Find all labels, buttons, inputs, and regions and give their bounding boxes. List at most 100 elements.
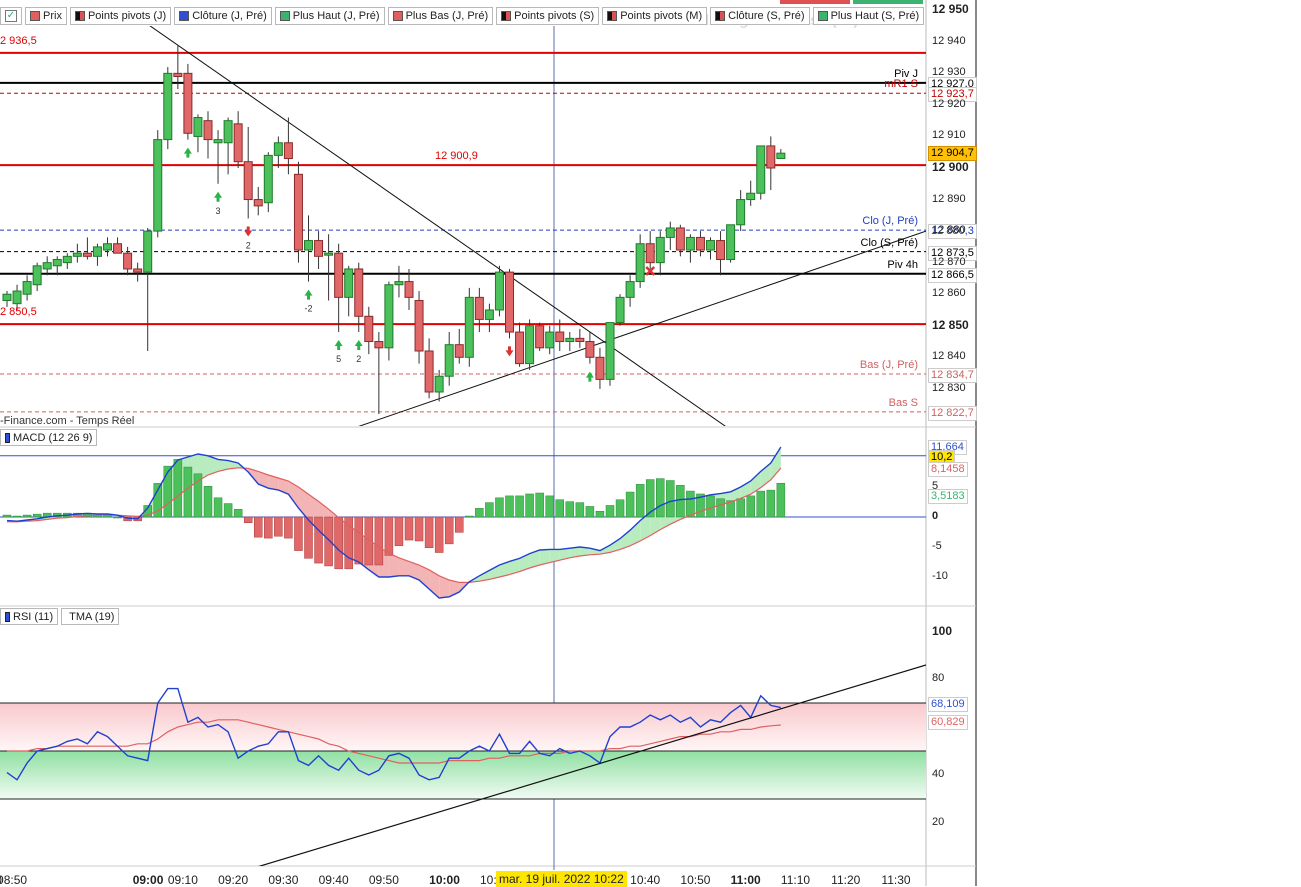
candle[interactable] bbox=[173, 72, 183, 78]
candle[interactable] bbox=[2, 293, 12, 302]
candle[interactable] bbox=[283, 142, 293, 160]
legend-item[interactable]: Clôture (S, Pré) bbox=[710, 7, 810, 25]
candle[interactable] bbox=[153, 139, 163, 232]
candle[interactable] bbox=[545, 331, 555, 349]
candle[interactable] bbox=[494, 271, 504, 311]
candle[interactable] bbox=[92, 246, 102, 257]
macd-histogram-bar[interactable] bbox=[505, 495, 514, 518]
macd-histogram-bar[interactable] bbox=[756, 490, 765, 518]
legend-item[interactable]: Points pivots (S) bbox=[496, 7, 600, 25]
macd-histogram-bar[interactable] bbox=[32, 513, 42, 518]
macd-histogram-bar[interactable] bbox=[364, 516, 374, 566]
macd-histogram-bar[interactable] bbox=[555, 499, 564, 518]
candle[interactable] bbox=[525, 325, 535, 365]
legend-item[interactable]: Plus Bas (J, Pré) bbox=[387, 7, 494, 25]
candle[interactable] bbox=[665, 227, 675, 238]
macd-histogram-bar[interactable] bbox=[394, 516, 404, 547]
macd-histogram-bar[interactable] bbox=[666, 480, 675, 518]
candle[interactable] bbox=[334, 252, 344, 298]
candle[interactable] bbox=[253, 199, 263, 207]
macd-histogram-bar[interactable] bbox=[284, 516, 293, 539]
candle[interactable] bbox=[685, 236, 695, 251]
candle[interactable] bbox=[464, 296, 474, 358]
macd-histogram-bar[interactable] bbox=[324, 516, 333, 567]
candle[interactable] bbox=[82, 252, 92, 257]
candle[interactable] bbox=[736, 199, 746, 226]
candle[interactable] bbox=[766, 145, 776, 169]
candle[interactable] bbox=[675, 227, 685, 251]
macd-histogram-bar[interactable] bbox=[354, 516, 363, 565]
candle[interactable] bbox=[364, 315, 374, 343]
macd-histogram-bar[interactable] bbox=[585, 506, 595, 518]
macd-histogram-bar[interactable] bbox=[254, 516, 263, 538]
candle[interactable] bbox=[384, 284, 394, 349]
candle[interactable] bbox=[695, 236, 705, 251]
candle[interactable] bbox=[163, 72, 173, 141]
candle[interactable] bbox=[143, 230, 153, 273]
candle[interactable] bbox=[505, 271, 514, 333]
macd-histogram-bar[interactable] bbox=[525, 493, 534, 518]
candle[interactable] bbox=[243, 161, 253, 201]
rsi-legend-item[interactable]: RSI (11) bbox=[0, 608, 59, 625]
macd-histogram-bar[interactable] bbox=[274, 516, 283, 537]
tma-legend-item[interactable]: TMA (19) bbox=[61, 608, 120, 625]
candle[interactable] bbox=[645, 243, 655, 264]
macd-histogram-bar[interactable] bbox=[545, 495, 554, 518]
macd-histogram-bar[interactable] bbox=[686, 490, 695, 518]
candle[interactable] bbox=[52, 258, 62, 267]
candle[interactable] bbox=[113, 243, 123, 254]
candle[interactable] bbox=[635, 243, 645, 283]
candle[interactable] bbox=[716, 240, 726, 260]
candle[interactable] bbox=[32, 265, 42, 286]
candle[interactable] bbox=[233, 123, 243, 163]
macd-histogram-bar[interactable] bbox=[495, 497, 504, 518]
checkmark-icon[interactable]: ✓ bbox=[5, 10, 17, 22]
macd-histogram-bar[interactable] bbox=[465, 515, 474, 518]
candle[interactable] bbox=[434, 375, 444, 393]
candle[interactable] bbox=[133, 268, 143, 273]
macd-histogram-bar[interactable] bbox=[656, 478, 665, 518]
macd-histogram-bar[interactable] bbox=[485, 502, 494, 518]
macd-histogram-bar[interactable] bbox=[264, 516, 273, 539]
candle[interactable] bbox=[263, 154, 273, 204]
macd-histogram-bar[interactable] bbox=[625, 491, 635, 518]
macd-histogram-bar[interactable] bbox=[404, 516, 414, 541]
macd-histogram-bar[interactable] bbox=[384, 516, 394, 556]
macd-histogram-bar[interactable] bbox=[12, 515, 22, 518]
candle[interactable] bbox=[12, 290, 22, 305]
candle[interactable] bbox=[746, 192, 756, 201]
candle[interactable] bbox=[575, 337, 585, 343]
candle[interactable] bbox=[565, 337, 575, 343]
macd-histogram-bar[interactable] bbox=[615, 499, 625, 518]
candle[interactable] bbox=[223, 120, 233, 144]
candle[interactable] bbox=[424, 350, 434, 393]
top-tab-red[interactable] bbox=[780, 0, 850, 4]
candle[interactable] bbox=[454, 344, 464, 358]
macd-histogram-bar[interactable] bbox=[776, 482, 786, 518]
macd-histogram-bar[interactable] bbox=[193, 473, 203, 518]
macd-histogram-bar[interactable] bbox=[243, 516, 253, 524]
candle[interactable] bbox=[22, 281, 32, 295]
candle[interactable] bbox=[605, 322, 615, 380]
macd-histogram-bar[interactable] bbox=[213, 497, 223, 518]
candle[interactable] bbox=[103, 243, 112, 251]
candle[interactable] bbox=[42, 262, 52, 270]
candle[interactable] bbox=[293, 173, 303, 251]
candle[interactable] bbox=[213, 139, 223, 144]
candle[interactable] bbox=[555, 331, 565, 343]
candle[interactable] bbox=[535, 325, 545, 349]
candle[interactable] bbox=[72, 252, 82, 257]
candle[interactable] bbox=[414, 300, 424, 352]
macd-histogram-bar[interactable] bbox=[635, 484, 645, 518]
candle[interactable] bbox=[203, 120, 213, 141]
macd-histogram-bar[interactable] bbox=[746, 495, 755, 518]
macd-histogram-bar[interactable] bbox=[223, 503, 233, 518]
candle[interactable] bbox=[273, 142, 283, 156]
macd-histogram-bar[interactable] bbox=[233, 509, 243, 518]
top-tab-green[interactable] bbox=[853, 0, 923, 4]
candle[interactable] bbox=[756, 145, 766, 194]
legend-item[interactable]: Points pivots (M) bbox=[602, 7, 708, 25]
macd-histogram-bar[interactable] bbox=[475, 508, 484, 518]
macd-legend-item[interactable]: MACD (12 26 9) bbox=[0, 429, 98, 446]
macd-histogram-bar[interactable] bbox=[565, 501, 575, 518]
